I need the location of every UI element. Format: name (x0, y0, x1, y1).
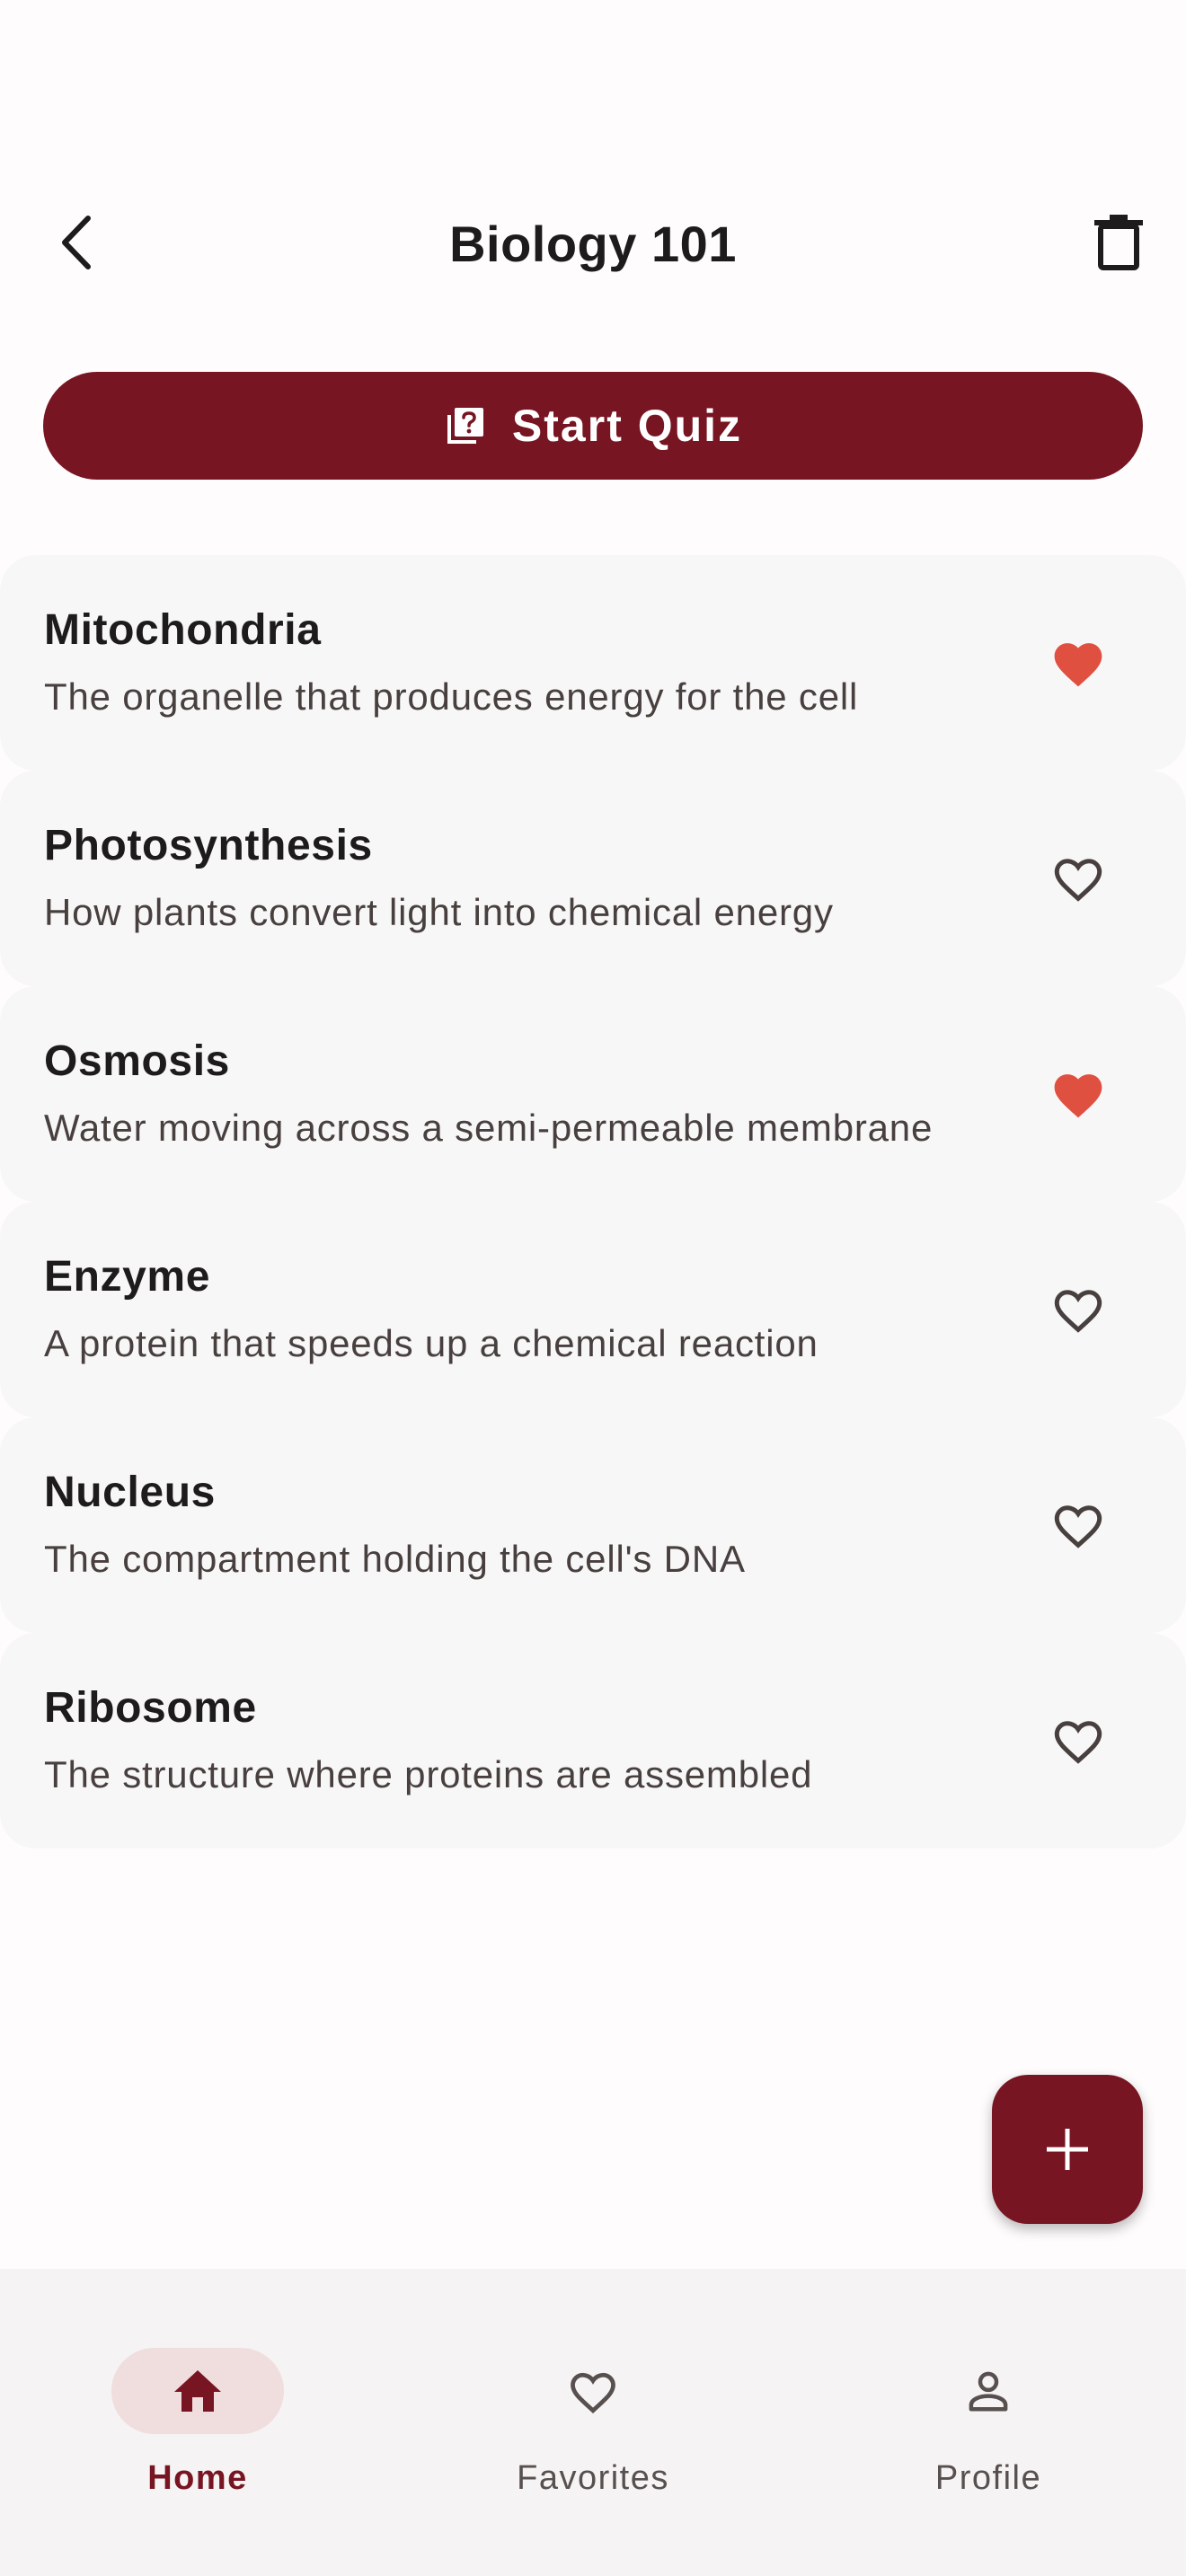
heart-filled-icon (1054, 643, 1102, 687)
card-title: Osmosis (44, 1037, 230, 1085)
nav-label-favorites: Favorites (517, 2459, 669, 2497)
bottom-nav: Home Favorites Profile (0, 2269, 1186, 2576)
nav-icon-container (507, 2348, 679, 2434)
card-description: A protein that speeds up a chemical reac… (44, 1322, 819, 1364)
add-card-button[interactable] (992, 2075, 1143, 2224)
heart-outline-icon (1054, 1721, 1102, 1764)
card-title: Nucleus (44, 1469, 216, 1516)
start-quiz-label: Start Quiz (511, 401, 743, 451)
card-title: Mitochondria (44, 606, 322, 654)
favorite-button[interactable] (1033, 1696, 1123, 1786)
app-bar: Biology 101 (0, 0, 1186, 341)
nav-item-profile[interactable]: Profile (854, 2308, 1123, 2497)
favorite-button[interactable] (1033, 1480, 1123, 1570)
list-item[interactable]: Nucleus The compartment holding the cell… (0, 1417, 1186, 1633)
card-description: The organelle that produces energy for t… (44, 675, 859, 718)
favorite-button[interactable] (1033, 618, 1123, 708)
list-item[interactable]: Osmosis Water moving across a semi-perme… (0, 986, 1186, 1202)
quiz-icon (447, 408, 483, 444)
favorite-button[interactable] (1033, 1049, 1123, 1139)
delete-button[interactable] (1078, 198, 1159, 287)
person-icon (969, 2371, 1008, 2412)
card-title: Photosynthesis (44, 822, 373, 869)
card-description: How plants convert light into chemical e… (44, 891, 834, 933)
nav-icon-container (902, 2348, 1075, 2434)
plus-icon (1047, 2129, 1088, 2170)
list-item[interactable]: Ribosome The structure where proteins ar… (0, 1633, 1186, 1848)
trash-icon (1094, 215, 1143, 270)
nav-item-home[interactable]: Home (63, 2308, 332, 2497)
nav-label-profile: Profile (934, 2459, 1042, 2497)
page-title: Biology 101 (449, 216, 737, 272)
start-quiz-button[interactable]: Start Quiz (43, 372, 1143, 480)
nav-label-home: Home (147, 2459, 248, 2497)
card-description: Water moving across a semi-permeable mem… (44, 1107, 934, 1149)
heart-filled-icon (1054, 1074, 1102, 1118)
nav-item-favorites[interactable]: Favorites (458, 2308, 728, 2497)
heart-icon (571, 2372, 615, 2413)
back-button[interactable] (36, 196, 117, 289)
home-icon (174, 2370, 221, 2412)
favorite-button[interactable] (1033, 1265, 1123, 1354)
heart-outline-icon (1054, 1505, 1102, 1548)
chevron-left-icon (62, 216, 91, 269)
list-item[interactable]: Mitochondria The organelle that produces… (0, 555, 1186, 771)
heart-outline-icon (1054, 1290, 1102, 1333)
nav-active-indicator (111, 2348, 284, 2434)
list-item[interactable]: Photosynthesis How plants convert light … (0, 771, 1186, 986)
favorite-button[interactable] (1033, 834, 1123, 923)
heart-outline-icon (1054, 859, 1102, 902)
card-description: The structure where proteins are assembl… (44, 1753, 813, 1795)
card-title: Ribosome (44, 1684, 257, 1732)
list-item[interactable]: Enzyme A protein that speeds up a chemic… (0, 1202, 1186, 1417)
card-title: Enzyme (44, 1253, 211, 1301)
card-description: The compartment holding the cell's DNA (44, 1538, 746, 1580)
card-list: Mitochondria The organelle that produces… (0, 555, 1186, 1848)
